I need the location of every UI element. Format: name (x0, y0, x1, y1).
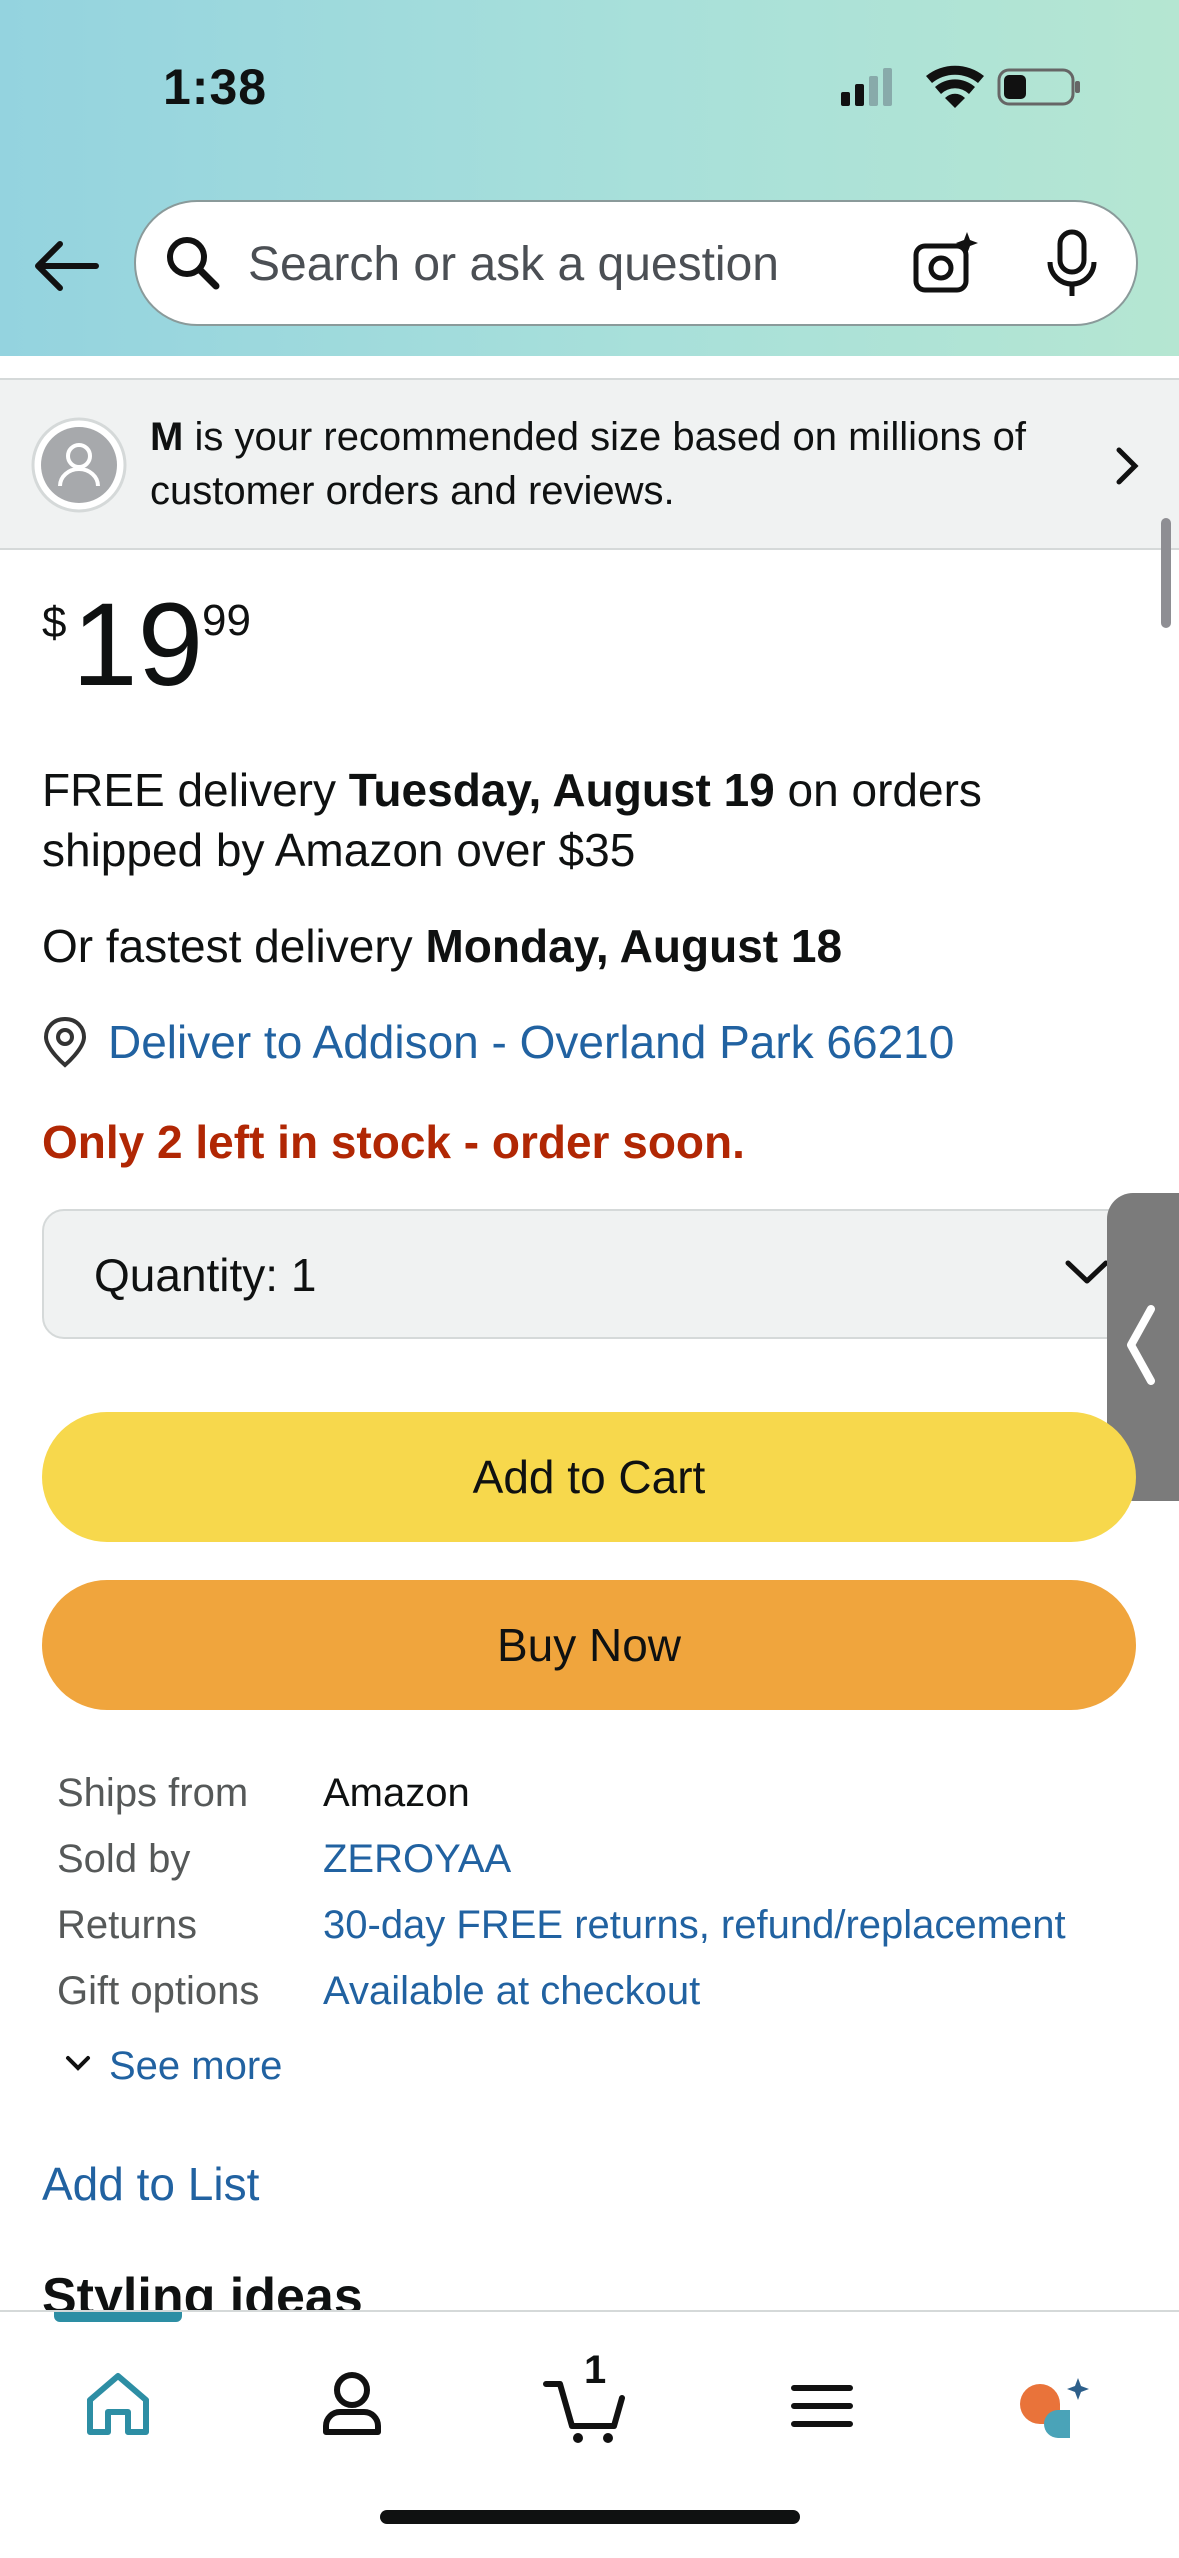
buy-now-button[interactable]: Buy Now (42, 1580, 1136, 1710)
size-recommendation-message: is your recommended size based on millio… (150, 415, 1026, 513)
add-to-list-link[interactable]: Add to List (42, 2154, 259, 2214)
wifi-icon (926, 65, 984, 108)
status-icons (841, 65, 1080, 108)
location-pin-icon (43, 1016, 87, 1068)
home-indicator (380, 2510, 800, 2524)
search-icon (167, 237, 220, 290)
search-input[interactable] (246, 224, 950, 304)
quantity-value: 1 (290, 1249, 317, 1301)
tab-home[interactable] (68, 2352, 168, 2452)
home-icon (87, 2373, 149, 2435)
scrollbar[interactable] (1161, 518, 1171, 628)
free-delivery-date: Tuesday, August 19 (348, 764, 775, 816)
header: 1:38 (0, 0, 1179, 356)
returns-link[interactable]: 30-day FREE returns, refund/replacement (323, 1897, 1066, 1953)
add-to-cart-button[interactable]: Add to Cart (42, 1412, 1136, 1542)
cellular-signal-icon (841, 68, 892, 106)
ships-from-label: Ships from (57, 1771, 249, 1815)
returns-label: Returns (57, 1903, 198, 1947)
account-icon (323, 2372, 381, 2435)
deliver-to-link[interactable]: Deliver to Addison - Overland Park 66210 (108, 1012, 954, 1072)
quantity-label: Quantity: 1 (94, 1249, 317, 1301)
ships-from-value: Amazon (323, 1771, 470, 1815)
price-currency: $ (42, 598, 67, 647)
price-fraction: 99 (202, 596, 251, 645)
tab-menu[interactable] (772, 2352, 872, 2452)
chevron-left-icon (1127, 1305, 1155, 1385)
chevron-down-icon (66, 2056, 90, 2071)
quantity-dropdown[interactable]: Quantity: 1 (42, 1209, 1162, 1339)
seller-link[interactable]: ZEROYAA (323, 1831, 511, 1887)
recommended-size: M (150, 415, 184, 459)
size-recommendation-banner[interactable]: M is your recommended size based on mill… (0, 380, 1179, 550)
status-time: 1:38 (163, 59, 268, 115)
tab-rufus[interactable] (1012, 2352, 1112, 2452)
back-arrow-icon[interactable] (30, 230, 110, 310)
free-delivery-text: FREE delivery Tuesday, August 19 on orde… (42, 764, 982, 876)
active-tab-indicator (54, 2312, 182, 2322)
tab-account[interactable] (302, 2352, 402, 2452)
size-recommendation-text: M is your recommended size based on mill… (150, 410, 1090, 518)
rufus-assistant-icon (1020, 2378, 1089, 2438)
stock-warning: Only 2 left in stock - order soon. (42, 1116, 745, 1168)
gift-options-label: Gift options (57, 1969, 260, 2013)
cart-count-badge: 1 (584, 2348, 607, 2392)
chevron-down-icon (1065, 1260, 1109, 1284)
fastest-delivery-text: Or fastest delivery Monday, August 18 (42, 920, 843, 972)
price-whole: 19 (72, 579, 204, 711)
divider (0, 356, 1179, 380)
see-more-label: See more (109, 2044, 283, 2088)
sold-by-label: Sold by (57, 1837, 191, 1881)
tab-cart[interactable]: 1 (538, 2348, 638, 2452)
search-bar[interactable] (134, 200, 1138, 326)
fastest-delivery-date: Monday, August 18 (425, 920, 843, 972)
camera-lens-icon[interactable] (912, 232, 980, 296)
chevron-right-icon (1116, 447, 1139, 485)
gift-options-link[interactable]: Available at checkout (323, 1963, 700, 2019)
battery-icon (997, 68, 1080, 106)
menu-icon (791, 2385, 853, 2427)
avatar-icon (31, 417, 127, 513)
microphone-icon[interactable] (1042, 228, 1102, 300)
